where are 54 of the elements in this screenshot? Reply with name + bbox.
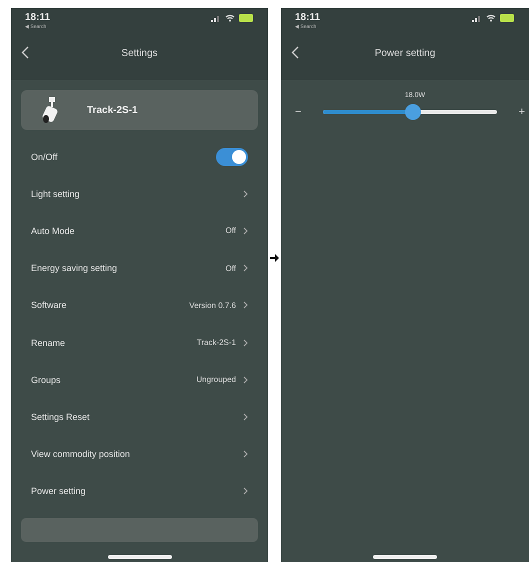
chevron-icon [243,301,248,310]
chevron-icon [243,226,248,235]
chevron-icon [243,487,248,496]
signal-icon [472,14,482,22]
row-value: Track-2S-1 [196,338,236,348]
chevron-icon [243,264,248,272]
chevron-icon [243,450,248,458]
settings-row[interactable]: Software Version 0.7.6 [11,286,268,324]
row-value: Version 0.7.6 [189,300,236,310]
row-value: Ungrouped [196,375,236,384]
home-indicator [108,555,172,559]
arrow-icon [270,254,279,262]
chevron-icon [243,412,248,421]
row-label: Power setting [31,486,86,496]
increase-button[interactable]: + [518,106,525,118]
chevron-icon [243,190,248,198]
row-label: Energy saving setting [31,263,118,274]
decrease-button[interactable]: − [295,106,302,118]
settings-row[interactable]: View commodity position [11,436,268,473]
settings-row[interactable]: Settings Reset [11,398,268,436]
row-label: Groups [31,374,61,385]
back-icon[interactable] [291,46,299,59]
device-name: Track-2S-1 [87,104,138,116]
status-time: 18:11 [25,12,50,24]
row-label: On/Off [31,152,58,162]
settings-row[interactable]: Power setting [11,472,268,510]
wifi-icon [486,14,496,22]
home-indicator [373,555,437,559]
wifi-icon [225,14,235,22]
row-label: Software [31,300,67,310]
screen-title: Power setting [374,48,436,58]
row-label: View commodity position [31,449,130,460]
signal-icon [211,14,221,22]
battery-icon [239,14,254,22]
row-label: Auto Mode [31,226,75,236]
chevron-icon [243,338,248,347]
battery-icon [500,14,515,22]
row-value: Off [225,226,236,236]
device-card[interactable]: Track-2S-1 [21,90,258,130]
row-label: Rename [31,338,66,348]
back-icon[interactable] [21,46,29,59]
settings-row[interactable]: Energy saving setting Off [11,250,268,287]
settings-row[interactable]: Light setting [11,175,268,212]
settings-row[interactable]: Auto Mode Off [11,212,268,250]
row-label: Settings Reset [31,412,90,422]
settings-row[interactable]: Groups Ungrouped [11,361,268,398]
settings-row[interactable]: Rename Track-2S-1 [11,324,268,362]
row-label: Light setting [31,188,80,199]
slider-thumb[interactable] [405,104,422,120]
toggle-switch[interactable] [216,148,248,166]
status-time: 18:11 [295,12,320,24]
row-value: Off [225,264,236,273]
screen-title: Settings [121,48,158,58]
chevron-icon [243,376,248,384]
